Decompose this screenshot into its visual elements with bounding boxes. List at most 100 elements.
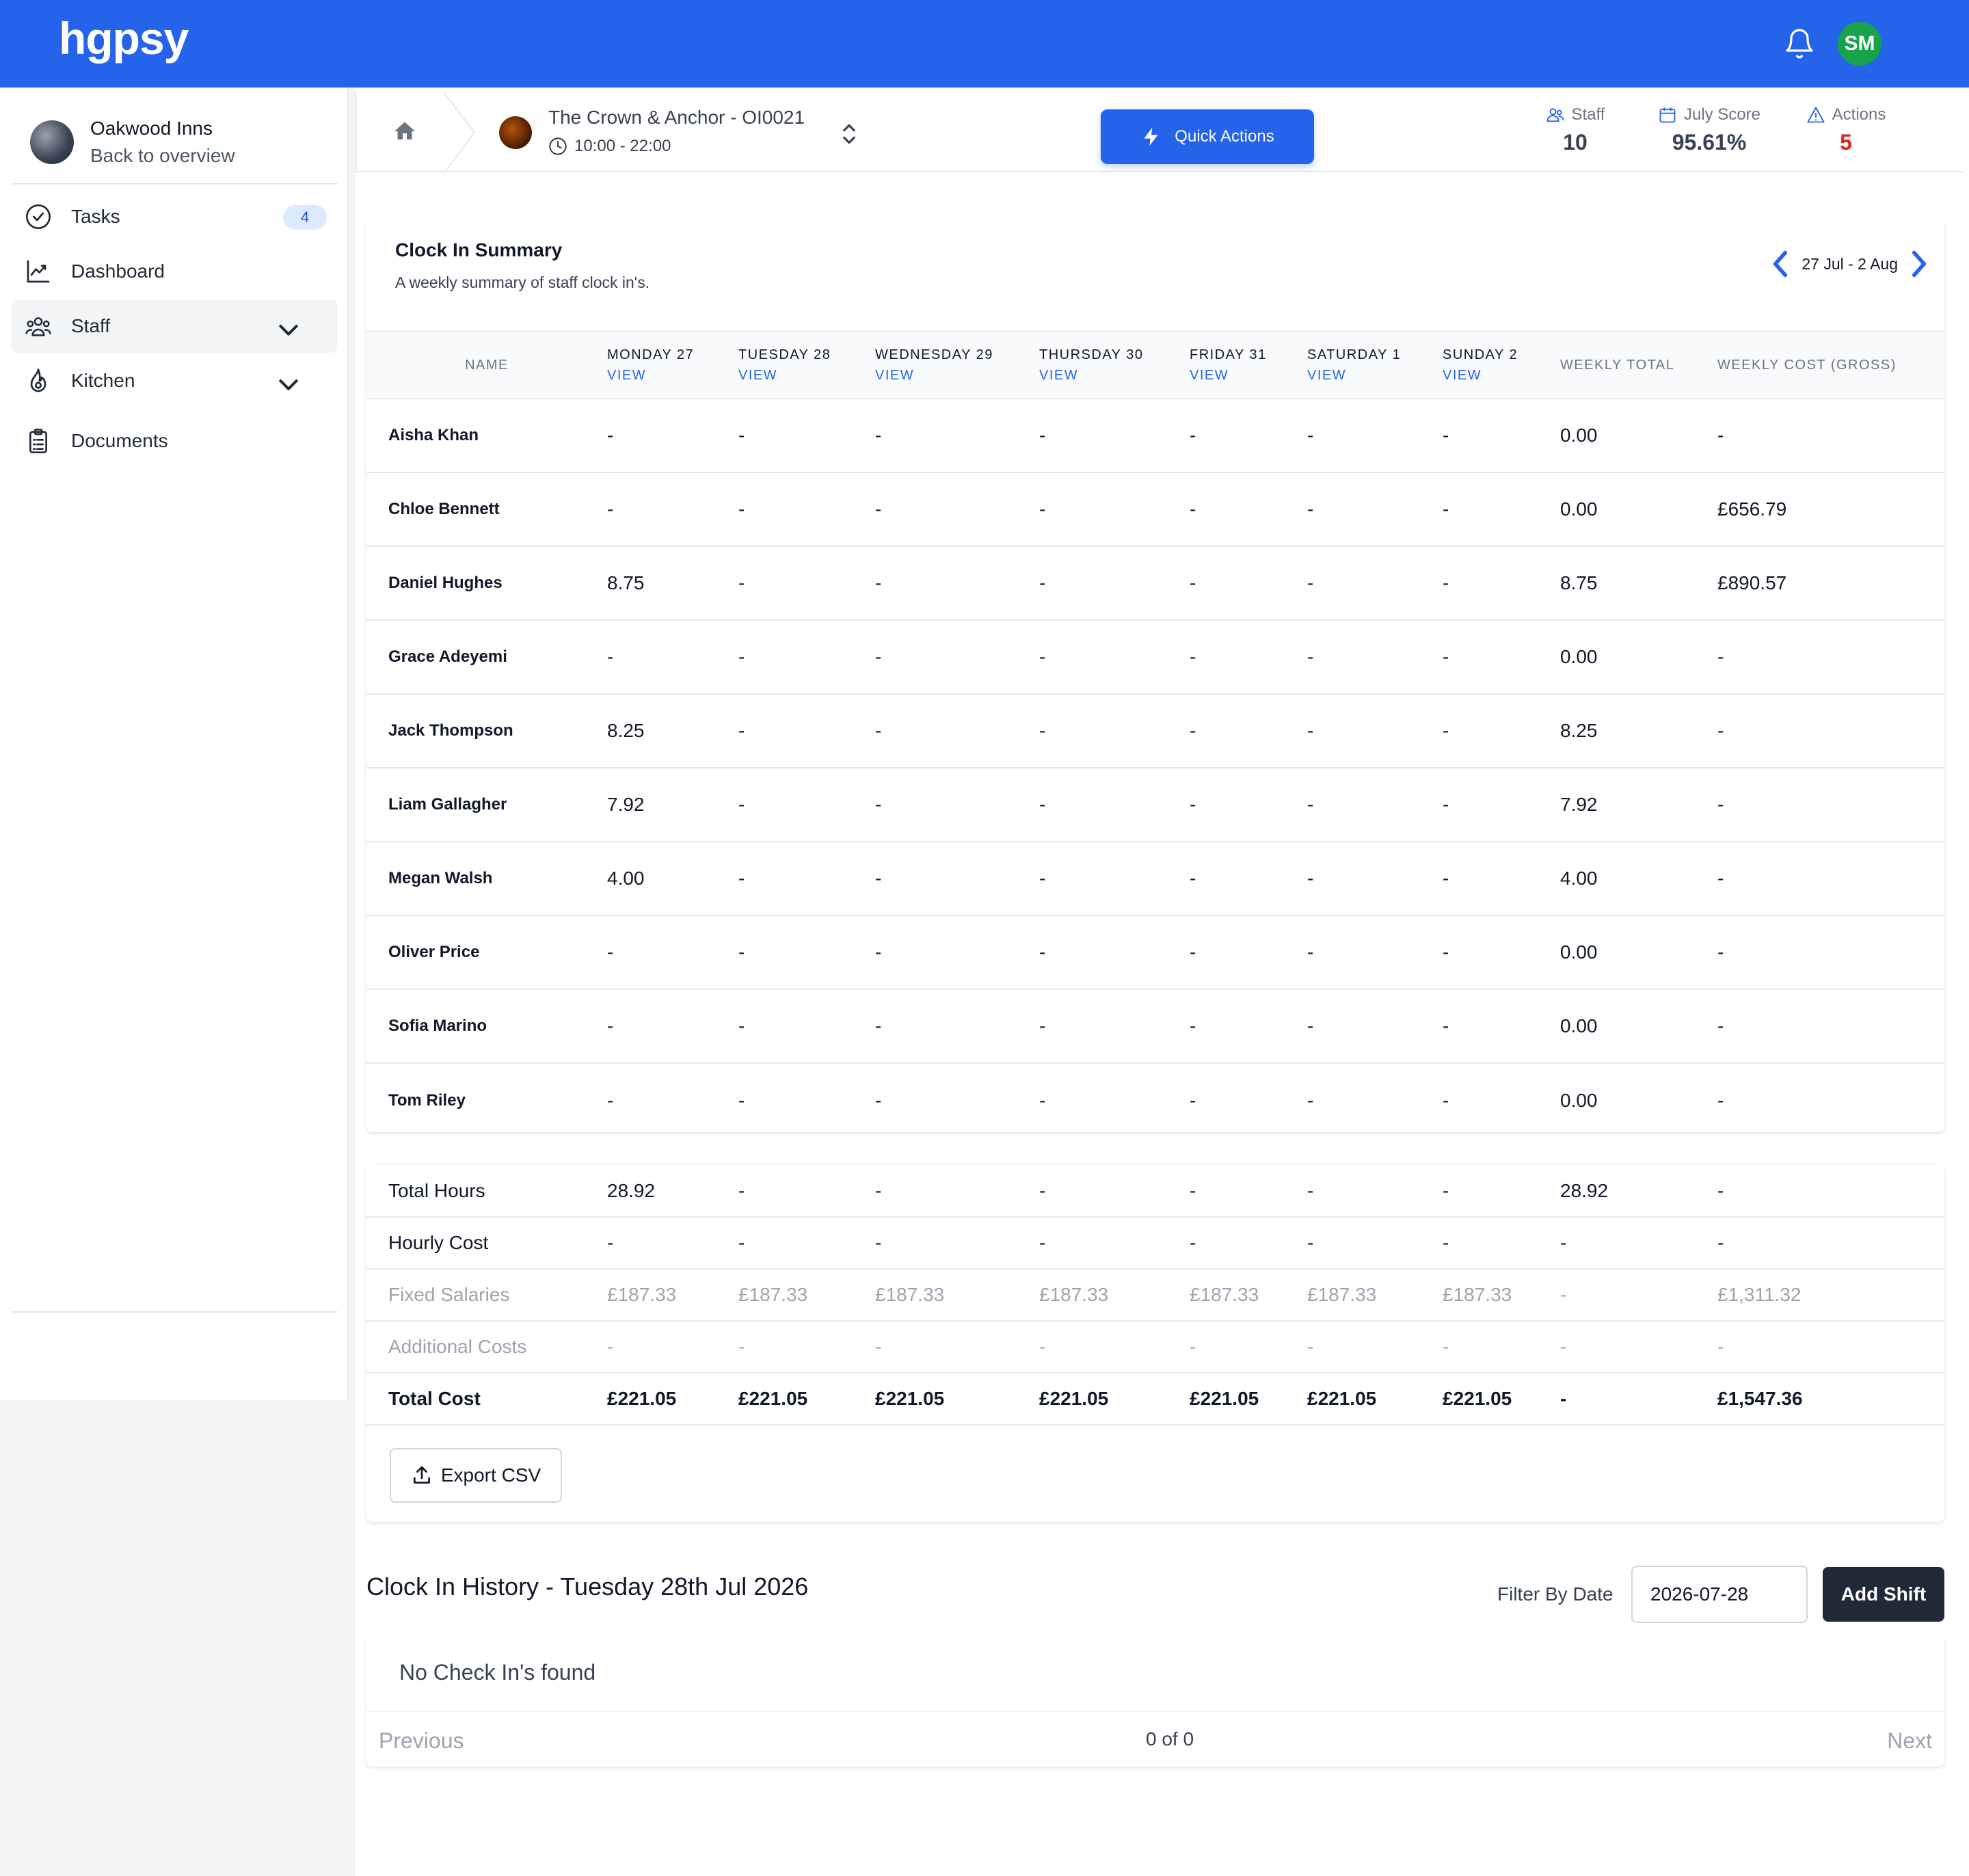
- stat-staff[interactable]: Staff 10: [1536, 105, 1615, 155]
- back-to-overview-link[interactable]: Back to overview: [90, 142, 235, 170]
- view-day-link[interactable]: VIEW: [1307, 365, 1443, 386]
- view-day-link[interactable]: VIEW: [1443, 365, 1560, 386]
- staff-name-cell: Aisha Khan: [388, 426, 479, 444]
- view-day-link[interactable]: VIEW: [607, 365, 738, 386]
- table-row: Liam Gallagher 7.92 - - - - - - 7.92 -: [366, 768, 1944, 842]
- stat-actions-value: 5: [1840, 130, 1852, 155]
- table-row: Sofia Marino - - - - - - - 0.00 -: [366, 989, 1944, 1063]
- app-logo[interactable]: hgpsy: [59, 12, 189, 64]
- table-row: Megan Walsh 4.00 - - - - - - 4.00 -: [366, 842, 1944, 915]
- sidebar-item-tasks[interactable]: Tasks 4: [11, 190, 338, 243]
- clock-icon: [549, 137, 567, 155]
- pagination-previous-button[interactable]: Previous: [379, 1728, 464, 1754]
- stat-staff-label: Staff: [1571, 105, 1605, 124]
- day-hours-cell: -: [738, 498, 745, 520]
- sidebar-divider: [11, 183, 338, 185]
- summary-subtitle: A weekly summary of staff clock in's.: [395, 273, 650, 291]
- table-row: Aisha Khan - - - - - - - 0.00 -: [366, 399, 1944, 472]
- view-day-link[interactable]: VIEW: [1039, 365, 1190, 386]
- weekly-total-cell: 0.00: [1560, 1015, 1598, 1036]
- column-header-day: TUESDAY 28 VIEW: [738, 332, 875, 399]
- totals-day-cell: £187.33: [1307, 1284, 1377, 1305]
- day-hours-cell: -: [1039, 794, 1046, 815]
- weekly-cost-cell: -: [1717, 1015, 1724, 1036]
- summary-title: Clock In Summary: [395, 239, 563, 260]
- add-shift-button[interactable]: Add Shift: [1823, 1567, 1944, 1622]
- chevron-up-down-icon[interactable]: [840, 122, 859, 146]
- sidebar-item-label: Tasks: [71, 206, 120, 227]
- stat-score-value: 95.61%: [1672, 130, 1747, 155]
- column-header-day: FRIDAY 31 VIEW: [1190, 332, 1307, 399]
- totals-day-cell: £187.33: [1039, 1284, 1109, 1305]
- totals-weekly-total-cell: -: [1560, 1284, 1567, 1305]
- day-hours-cell: 4.00: [607, 868, 645, 889]
- chevron-down-icon[interactable]: [275, 316, 302, 343]
- sidebar-item-kitchen[interactable]: Kitchen: [11, 354, 338, 407]
- chevron-down-icon[interactable]: [275, 371, 302, 398]
- week-navigator: 27 Jul - 2 Aug: [1769, 249, 1931, 279]
- quick-actions-button[interactable]: Quick Actions: [1101, 109, 1314, 164]
- chevron-right-icon[interactable]: [1907, 249, 1931, 279]
- chevron-left-icon[interactable]: [1769, 249, 1792, 279]
- day-hours-cell: -: [875, 572, 882, 593]
- day-hours-cell: -: [607, 941, 614, 963]
- totals-day-cell: -: [1307, 1232, 1314, 1253]
- totals-day-cell: 28.92: [607, 1179, 656, 1201]
- staff-name-cell: Grace Adeyemi: [388, 647, 507, 666]
- org-switcher[interactable]: Oakwood Inns Back to overview: [30, 115, 235, 170]
- sidebar-item-label: Kitchen: [71, 370, 135, 391]
- day-hours-cell: -: [1443, 868, 1449, 889]
- day-hours-cell: -: [607, 1089, 614, 1111]
- filter-date-input[interactable]: [1631, 1566, 1808, 1623]
- view-day-link[interactable]: VIEW: [738, 365, 875, 386]
- user-avatar[interactable]: SM: [1838, 22, 1881, 66]
- totals-day-cell: -: [1307, 1179, 1314, 1201]
- day-hours-cell: -: [1039, 425, 1046, 446]
- day-hours-cell: -: [1443, 646, 1449, 667]
- sidebar-item-dashboard[interactable]: Dashboard: [11, 245, 338, 298]
- totals-weekly-total-cell: 28.92: [1560, 1179, 1609, 1201]
- totals-day-cell: -: [1039, 1336, 1046, 1357]
- day-hours-cell: -: [1443, 1015, 1449, 1036]
- totals-day-cell: £187.33: [875, 1284, 945, 1305]
- totals-day-cell: -: [607, 1336, 614, 1357]
- view-day-link[interactable]: VIEW: [875, 365, 1039, 386]
- totals-day-cell: -: [1443, 1179, 1449, 1201]
- weekly-cost-cell: -: [1717, 1089, 1724, 1111]
- day-hours-cell: -: [1190, 1089, 1196, 1111]
- day-hours-cell: -: [1039, 720, 1046, 741]
- stat-july-score[interactable]: July Score 95.61%: [1645, 105, 1773, 155]
- day-hours-cell: -: [875, 1089, 882, 1111]
- day-hours-cell: -: [1307, 498, 1314, 520]
- day-hours-cell: -: [738, 1015, 745, 1036]
- sidebar: Oakwood Inns Back to overview Tasks 4 Da…: [0, 88, 349, 1400]
- venue-header: The Crown & Anchor - OI0021 10:00 - 22:0…: [356, 93, 1964, 172]
- totals-day-cell: -: [607, 1232, 614, 1253]
- notification-bell-icon[interactable]: [1783, 26, 1816, 62]
- weekly-total-cell: 0.00: [1560, 646, 1598, 667]
- weekly-cost-cell: -: [1717, 720, 1724, 741]
- sidebar-item-staff[interactable]: Staff: [11, 299, 338, 353]
- export-csv-button[interactable]: Export CSV: [390, 1448, 562, 1503]
- day-hours-cell: -: [1443, 941, 1449, 963]
- totals-day-cell: £221.05: [1039, 1388, 1109, 1409]
- sidebar-item-documents[interactable]: Documents: [11, 414, 338, 468]
- staff-name-cell: Megan Walsh: [388, 869, 493, 887]
- view-day-link[interactable]: VIEW: [1190, 365, 1307, 386]
- day-hours-cell: -: [1190, 498, 1196, 520]
- day-hours-cell: -: [1443, 794, 1449, 815]
- table-row: Tom Riley - - - - - - - 0.00 -: [366, 1063, 1944, 1137]
- stat-actions[interactable]: Actions 5: [1798, 105, 1894, 155]
- totals-day-cell: £187.33: [607, 1284, 677, 1305]
- stat-actions-label: Actions: [1832, 105, 1886, 124]
- sidebar-item-label: Staff: [71, 315, 111, 336]
- home-icon[interactable]: [392, 119, 417, 144]
- day-hours-cell: -: [875, 794, 882, 815]
- pagination-next-button[interactable]: Next: [1887, 1728, 1932, 1754]
- weekly-cost-cell: -: [1717, 794, 1724, 815]
- tasks-count-badge: 4: [283, 205, 327, 230]
- column-header-day: THURSDAY 30 VIEW: [1039, 332, 1190, 399]
- org-name: Oakwood Inns: [90, 118, 213, 139]
- totals-card: Total Hours 28.92 - - - - - - 28.92 - Hourly Cost -…: [366, 1165, 1944, 1522]
- day-hours-cell: -: [875, 868, 882, 889]
